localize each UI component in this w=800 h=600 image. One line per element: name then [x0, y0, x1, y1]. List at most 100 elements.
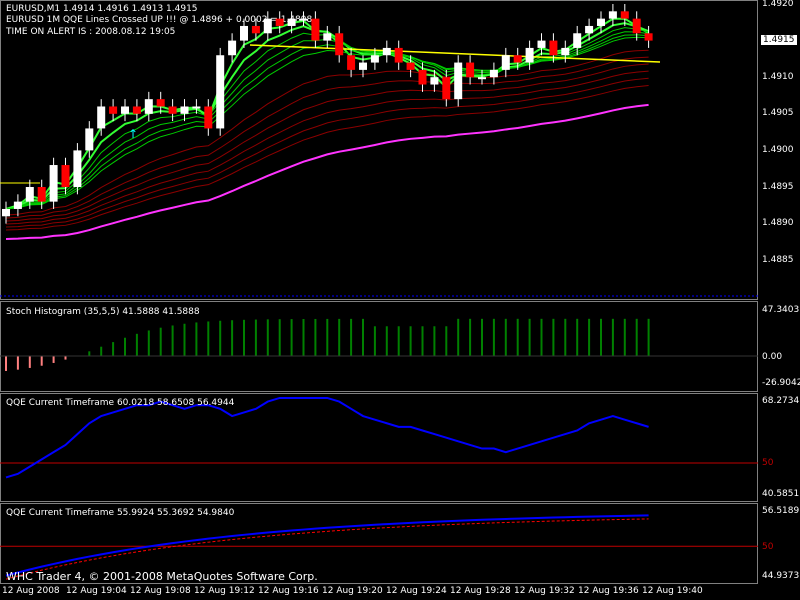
price-tick: 1.4895	[762, 182, 794, 192]
candle-body	[549, 40, 558, 56]
stoch-bar	[243, 319, 245, 356]
time-tick: 12 Aug 19:24	[386, 586, 447, 596]
price-tick: 1.4920	[762, 0, 794, 9]
stoch-bar	[481, 318, 483, 356]
stoch-bar	[231, 320, 234, 356]
time-tick: 12 Aug 19:40	[642, 586, 703, 596]
buy-arrow-icon: ↑	[128, 127, 138, 141]
stoch-bar	[469, 318, 472, 356]
stoch-bar	[88, 351, 91, 356]
stoch-bar	[52, 356, 55, 363]
stoch-label: Stoch Histogram (35,5,5) 41.5888 41.5888	[6, 307, 200, 317]
price-tick: 1.4900	[762, 145, 794, 155]
candle-body	[478, 77, 486, 80]
stoch-bar	[147, 330, 150, 356]
stoch-bar	[278, 319, 281, 356]
time-tick: 12 Aug 19:16	[258, 586, 319, 596]
time-tick: 12 Aug 19:08	[130, 586, 191, 596]
stoch-bar	[195, 322, 198, 356]
stoch-bar	[600, 318, 602, 356]
stoch-tick: -26.9042	[762, 378, 800, 388]
stoch-bar	[314, 318, 317, 356]
stoch-bar	[504, 318, 507, 356]
candle-body	[418, 69, 427, 85]
candle-body	[121, 106, 129, 114]
stoch-bar	[540, 318, 543, 356]
stoch-bar	[326, 318, 329, 356]
candle-body	[204, 106, 213, 129]
red-band-line	[5, 63, 649, 222]
price-chart-svg[interactable]: ↑	[0, 0, 760, 586]
candle-body	[168, 106, 177, 114]
candle-body	[466, 62, 475, 78]
stoch-bar	[588, 318, 591, 356]
stoch-bar	[611, 318, 614, 356]
time-tick: 12 Aug 19:04	[66, 586, 127, 596]
stoch-bar	[576, 318, 579, 356]
stoch-tick: 0.00	[762, 352, 783, 362]
candle-body	[61, 165, 70, 187]
candle-body	[525, 47, 534, 63]
candle-body	[132, 106, 141, 114]
stoch-bar	[409, 326, 412, 356]
price-tick: 1.4885	[762, 255, 794, 265]
candle-body	[192, 106, 201, 109]
candle-body	[370, 55, 379, 63]
candle-body	[180, 106, 189, 114]
stoch-bar	[5, 356, 7, 371]
candle-body	[97, 106, 106, 129]
candle-body	[394, 47, 403, 63]
stoch-bar	[171, 325, 174, 356]
candle-body	[430, 77, 439, 85]
qqe1-tick: 68.2734	[762, 396, 800, 406]
stoch-bar	[135, 333, 138, 356]
candle-body	[156, 99, 165, 107]
candle-body	[620, 11, 629, 19]
qqe1-tick: 40.5851	[762, 489, 800, 499]
time-tick: 12 Aug 19:12	[194, 586, 255, 596]
qqe2-line	[5, 514, 649, 577]
candle-body	[537, 40, 546, 48]
red-band-line	[5, 70, 649, 225]
stoch-bar	[445, 326, 448, 356]
stoch-bar	[266, 319, 269, 356]
candle-body	[573, 33, 582, 48]
qqe2-label: QQE Current Timeframe 55.9924 55.3692 54…	[6, 508, 235, 518]
stoch-bar	[635, 318, 638, 356]
time-tick: 12 Aug 19:32	[514, 586, 575, 596]
price-tick: 1.4905	[762, 108, 794, 118]
candle-body	[25, 187, 34, 202]
stoch-bar	[183, 323, 186, 356]
stoch-bar	[28, 356, 31, 368]
candle-body	[109, 106, 118, 114]
time-tick: 12 Aug 19:28	[450, 586, 511, 596]
candle-body	[335, 33, 344, 56]
stoch-bar	[40, 356, 43, 366]
stoch-bar	[16, 356, 19, 370]
price-tick: 1.4910	[762, 72, 794, 82]
candle-body	[454, 62, 463, 100]
time-tick: 12 Aug 19:36	[578, 586, 639, 596]
stoch-bar	[492, 318, 495, 356]
stoch-bar	[219, 320, 222, 356]
candle-body	[13, 201, 22, 209]
candle-body	[275, 18, 284, 26]
candle-body	[489, 69, 498, 78]
stoch-bar	[302, 319, 305, 356]
candle-body	[644, 33, 653, 41]
stoch-bar	[647, 318, 650, 356]
stoch-bar	[564, 318, 567, 356]
candle-body	[49, 165, 58, 202]
stoch-bar	[124, 337, 126, 356]
price-axis: 1.4920 1.4910 1.4905 1.4900 1.4895 1.489…	[760, 0, 800, 300]
candle-body	[2, 208, 10, 217]
time-tick: 12 Aug 19:20	[322, 586, 383, 596]
candle-body	[561, 47, 570, 56]
qqe2-tick: 44.9373	[762, 571, 800, 581]
candle-body	[513, 55, 522, 63]
candle-body	[299, 18, 308, 21]
stoch-bar	[373, 326, 376, 356]
candle-body	[597, 18, 605, 26]
stoch-bar	[64, 356, 67, 360]
candle-body	[359, 62, 367, 70]
